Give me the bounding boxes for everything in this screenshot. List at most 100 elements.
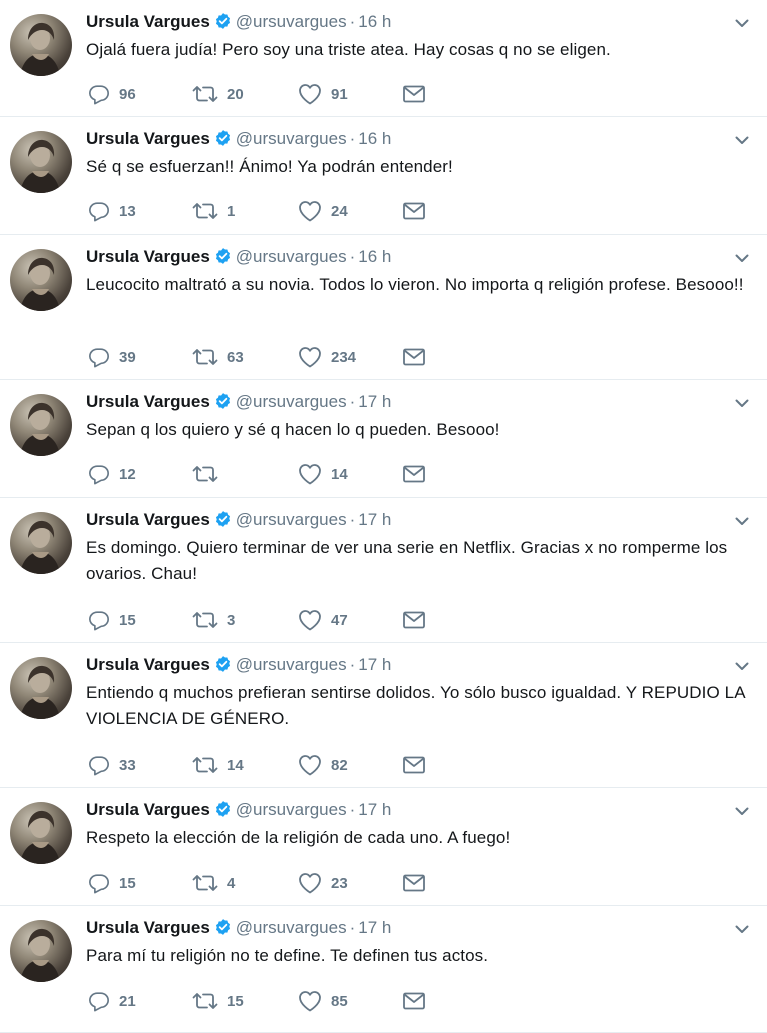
- tweet-text: Respeto la elección de la religión de ca…: [86, 828, 511, 847]
- tweet-time[interactable]: 17 h: [358, 392, 391, 411]
- direct-message-button[interactable]: [402, 347, 432, 367]
- like-button[interactable]: 47: [298, 609, 402, 631]
- tweet-header: Ursula Vargues @ursuvargues · 16 h: [86, 127, 391, 154]
- user-handle[interactable]: @ursuvargues: [236, 510, 347, 529]
- like-button[interactable]: 14: [298, 463, 402, 485]
- verified-badge-icon: [214, 129, 232, 154]
- user-name[interactable]: Ursula Vargues: [86, 392, 210, 411]
- tweet[interactable]: Ursula Vargues @ursuvargues · 16 h Leucocit…: [0, 235, 767, 380]
- reply-button[interactable]: 12: [88, 463, 192, 485]
- verified-badge-icon: [214, 247, 232, 272]
- retweet-button[interactable]: [192, 463, 298, 485]
- avatar[interactable]: [10, 14, 72, 76]
- tweet-header: Ursula Vargues @ursuvargues · 17 h: [86, 508, 391, 535]
- user-handle[interactable]: @ursuvargues: [236, 247, 347, 266]
- retweet-button[interactable]: 4: [192, 872, 298, 894]
- avatar[interactable]: [10, 394, 72, 456]
- tweet[interactable]: Ursula Vargues @ursuvargues · 17 h Es domin…: [0, 498, 767, 643]
- tweet[interactable]: Ursula Vargues @ursuvargues · 16 h Sé q se …: [0, 117, 767, 235]
- tweet-time[interactable]: 16 h: [358, 12, 391, 31]
- user-name[interactable]: Ursula Vargues: [86, 800, 210, 819]
- tweet[interactable]: Ursula Vargues @ursuvargues · 17 h Entiendo…: [0, 643, 767, 788]
- direct-message-button[interactable]: [402, 991, 432, 1011]
- like-button[interactable]: 91: [298, 83, 402, 105]
- user-handle[interactable]: @ursuvargues: [236, 129, 347, 148]
- chevron-down-icon[interactable]: [733, 920, 751, 938]
- avatar[interactable]: [10, 802, 72, 864]
- direct-message-button[interactable]: [402, 464, 432, 484]
- chevron-down-icon[interactable]: [733, 394, 751, 412]
- like-button[interactable]: 23: [298, 872, 402, 894]
- user-handle[interactable]: @ursuvargues: [236, 800, 347, 819]
- user-name[interactable]: Ursula Vargues: [86, 655, 210, 674]
- chevron-down-icon[interactable]: [733, 512, 751, 530]
- reply-button[interactable]: 39: [88, 346, 192, 368]
- reply-button[interactable]: 33: [88, 754, 192, 776]
- reply-button[interactable]: 96: [88, 83, 192, 105]
- tweet[interactable]: Ursula Vargues @ursuvargues · 17 h Respeto …: [0, 788, 767, 906]
- user-handle[interactable]: @ursuvargues: [236, 655, 347, 674]
- tweet-time[interactable]: 17 h: [358, 510, 391, 529]
- direct-message-button[interactable]: [402, 755, 432, 775]
- user-name[interactable]: Ursula Vargues: [86, 129, 210, 148]
- retweet-button[interactable]: 3: [192, 609, 298, 631]
- chevron-down-icon[interactable]: [733, 802, 751, 820]
- like-button[interactable]: 85: [298, 990, 402, 1012]
- tweet-text: Para mí tu religión no te define. Te def…: [86, 946, 489, 965]
- user-name[interactable]: Ursula Vargues: [86, 12, 210, 31]
- like-button[interactable]: 24: [298, 200, 402, 222]
- avatar[interactable]: [10, 249, 72, 311]
- user-name[interactable]: Ursula Vargues: [86, 247, 210, 266]
- user-name[interactable]: Ursula Vargues: [86, 510, 210, 529]
- retweet-button[interactable]: 20: [192, 83, 298, 105]
- tweet-header: Ursula Vargues @ursuvargues · 17 h: [86, 916, 391, 943]
- tweet-header: Ursula Vargues @ursuvargues · 17 h: [86, 390, 391, 417]
- avatar[interactable]: [10, 920, 72, 982]
- avatar[interactable]: [10, 657, 72, 719]
- direct-message-button[interactable]: [402, 84, 432, 104]
- chevron-down-icon[interactable]: [733, 657, 751, 675]
- tweet-time[interactable]: 17 h: [358, 800, 391, 819]
- reply-count: 96: [119, 85, 136, 103]
- reply-button[interactable]: 15: [88, 609, 192, 631]
- retweet-icon: [192, 609, 218, 631]
- separator-dot: ·: [349, 12, 356, 31]
- tweet-time[interactable]: 17 h: [358, 655, 391, 674]
- direct-message-button[interactable]: [402, 610, 432, 630]
- tweet[interactable]: Ursula Vargues @ursuvargues · 17 h Sepan q …: [0, 380, 767, 498]
- reply-button[interactable]: 15: [88, 872, 192, 894]
- user-handle[interactable]: @ursuvargues: [236, 392, 347, 411]
- reply-button[interactable]: 13: [88, 200, 192, 222]
- tweet-time[interactable]: 17 h: [358, 918, 391, 937]
- like-button[interactable]: 82: [298, 754, 402, 776]
- tweet-actions: 15 3 47: [88, 609, 432, 631]
- direct-message-button[interactable]: [402, 873, 432, 893]
- envelope-icon: [402, 201, 426, 221]
- chevron-down-icon[interactable]: [733, 14, 751, 32]
- tweet-time[interactable]: 16 h: [358, 247, 391, 266]
- retweet-count: 14: [227, 756, 244, 774]
- verified-badge-icon: [214, 510, 232, 535]
- direct-message-button[interactable]: [402, 201, 432, 221]
- tweet-actions: 33 14 82: [88, 754, 432, 776]
- chevron-down-icon[interactable]: [733, 249, 751, 267]
- like-button[interactable]: 234: [298, 346, 402, 368]
- user-handle[interactable]: @ursuvargues: [236, 12, 347, 31]
- retweet-button[interactable]: 1: [192, 200, 298, 222]
- user-handle[interactable]: @ursuvargues: [236, 918, 347, 937]
- avatar[interactable]: [10, 512, 72, 574]
- retweet-icon: [192, 754, 218, 776]
- avatar[interactable]: [10, 131, 72, 193]
- retweet-button[interactable]: 63: [192, 346, 298, 368]
- tweet[interactable]: Ursula Vargues @ursuvargues · 16 h Ojalá fu…: [0, 0, 767, 117]
- like-count: 14: [331, 465, 348, 483]
- retweet-button[interactable]: 14: [192, 754, 298, 776]
- separator-dot: ·: [349, 392, 356, 411]
- chevron-down-icon[interactable]: [733, 131, 751, 149]
- user-name[interactable]: Ursula Vargues: [86, 918, 210, 937]
- reply-button[interactable]: 21: [88, 990, 192, 1012]
- retweet-button[interactable]: 15: [192, 990, 298, 1012]
- tweet-time[interactable]: 16 h: [358, 129, 391, 148]
- tweet[interactable]: Ursula Vargues @ursuvargues · 17 h Para mí …: [0, 906, 767, 1033]
- retweet-count: 4: [227, 874, 236, 892]
